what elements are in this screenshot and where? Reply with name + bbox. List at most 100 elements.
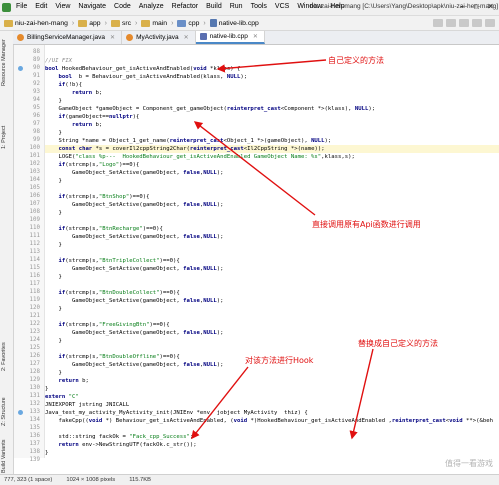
menu-code[interactable]: Code <box>114 3 131 10</box>
hammer-icon[interactable] <box>433 19 443 27</box>
line-number: 115 <box>29 265 40 271</box>
breadcrumb-label: src <box>121 19 131 27</box>
breadcrumb-label: niu-zai-hen-mang <box>15 19 68 27</box>
tab-label: BillingServiceManager.java <box>27 34 106 41</box>
breadcrumb-project[interactable]: niu-zai-hen-mang › <box>4 19 75 27</box>
breadcrumb-label: app <box>89 19 101 27</box>
close-icon[interactable]: ✕ <box>253 33 258 40</box>
line-number: 138 <box>29 449 40 455</box>
breadcrumb-label: main <box>152 19 168 27</box>
code-line: bool HookedBehaviour_get_isActiveAndEnab… <box>45 66 241 72</box>
line-number: 130 <box>29 385 40 391</box>
line-number: 101 <box>29 153 40 159</box>
close-icon[interactable]: ✕ <box>184 34 189 41</box>
breadcrumb-label: cpp <box>188 19 200 27</box>
code-line: } <box>45 386 49 392</box>
close-icon[interactable]: ✕ <box>110 34 115 41</box>
tool-favorites[interactable]: 2: Favorites <box>1 342 7 371</box>
code-line: GameObject_SetActive(gameObject, false,N… <box>45 170 224 176</box>
breadcrumb-app[interactable]: app › <box>78 19 107 27</box>
code-line: if(strcmp(s,"BtnTripleCollect")==0){ <box>58 258 180 264</box>
code-line: } <box>45 306 62 312</box>
fold-marker-icon[interactable] <box>18 410 23 415</box>
breadcrumb-label: native-lib.cpp <box>218 19 259 27</box>
tool-resource-manager[interactable]: Resource Manager <box>1 39 7 86</box>
menu-file[interactable]: File <box>16 3 27 10</box>
close-icon[interactable]: ✕ <box>485 2 496 12</box>
menu-tools[interactable]: Tools <box>251 3 267 10</box>
menu-refactor[interactable]: Refactor <box>172 3 198 10</box>
breadcrumb-main[interactable]: main › <box>141 19 173 27</box>
code-line: GameObject_SetActive(gameObject, false,N… <box>45 330 224 336</box>
code-line: } <box>45 210 62 216</box>
java-class-icon <box>17 34 24 41</box>
line-number: 103 <box>29 169 40 175</box>
line-number: 121 <box>29 313 40 319</box>
annotation-replace: 替换成自己定义的方法 <box>358 339 438 348</box>
maximize-icon[interactable]: □ <box>471 2 482 12</box>
breadcrumb: niu-zai-hen-mang › app › src › main › cpp › n… <box>0 16 499 31</box>
code-line: } <box>45 338 62 344</box>
line-number: 129 <box>29 377 40 383</box>
menu-edit[interactable]: Edit <box>35 3 47 10</box>
tool-structure[interactable]: Z: Structure <box>1 397 7 426</box>
menu-vcs[interactable]: VCS <box>275 3 289 10</box>
line-number: 94 <box>33 97 40 103</box>
line-number: 128 <box>29 369 40 375</box>
line-number: 102 <box>29 161 40 167</box>
menu-view[interactable]: View <box>55 3 70 10</box>
code-line: GameObject *gameObject = Component_get_g… <box>45 106 376 112</box>
line-number: 110 <box>29 225 40 231</box>
minimize-icon[interactable]: – <box>457 2 468 12</box>
tab-billing-service-manager[interactable]: BillingServiceManager.java ✕ <box>13 31 123 44</box>
cursor-position[interactable]: 777, 323 (1 space) <box>4 477 52 483</box>
menu-build[interactable]: Build <box>206 3 222 10</box>
code-line: GameObject_SetActive(gameObject, false,N… <box>45 266 224 272</box>
run-config-icon[interactable] <box>446 19 456 27</box>
code-editor[interactable]: //UI FIX bool HookedBehaviour_get_isActiv… <box>45 45 499 458</box>
editor-tabs: BillingServiceManager.java ✕ MyActivity.j… <box>13 31 499 45</box>
menu-navigate[interactable]: Navigate <box>78 3 106 10</box>
code-line: return b; <box>58 378 89 384</box>
code-line: extern "C" <box>45 394 79 400</box>
line-number: 104 <box>29 177 40 183</box>
annotation-hook-method: 对该方法进行Hook <box>245 356 314 365</box>
code-line: } <box>45 178 62 184</box>
left-tool-strip: Resource Manager 1: Project 2: Favorites… <box>0 31 14 474</box>
menu-list: File Edit View Navigate Code Analyze Ref… <box>16 3 353 10</box>
breadcrumb-cpp[interactable]: cpp › <box>177 19 206 27</box>
menu-analyze[interactable]: Analyze <box>139 3 164 10</box>
line-number: 114 <box>29 257 40 263</box>
code-line: if(strcmp(s,"BtnShop")==0){ <box>58 194 150 200</box>
tool-build-variants[interactable]: Build Variants <box>1 439 7 473</box>
line-number: 93 <box>33 89 40 95</box>
line-number: 109 <box>29 217 40 223</box>
chevron-right-icon: › <box>203 19 206 27</box>
line-number: 122 <box>29 321 40 327</box>
tab-my-activity[interactable]: MyActivity.java ✕ <box>122 31 196 44</box>
code-line: } <box>45 98 62 104</box>
line-number: 99 <box>33 137 40 143</box>
debug-icon[interactable] <box>472 19 482 27</box>
code-line: GameObject_SetActive(gameObject, false,N… <box>45 234 224 240</box>
code-line: fakeCpp((void *) Behaviour_get_isActiveA… <box>45 418 493 424</box>
tool-project[interactable]: 1: Project <box>1 126 7 149</box>
search-icon[interactable] <box>485 19 495 27</box>
line-number: 108 <box>29 209 40 215</box>
tab-native-lib[interactable]: native-lib.cpp ✕ <box>195 31 265 44</box>
line-number: 111 <box>29 233 40 239</box>
line-number: 88 <box>33 49 40 55</box>
chevron-right-icon: › <box>135 19 138 27</box>
annotation-direct-call: 直接调用原有Api函数进行调用 <box>312 220 421 229</box>
run-icon[interactable] <box>459 19 469 27</box>
code-line: const char *s = coverIl2cppString2Char(r… <box>45 145 499 153</box>
image-dimensions: 1024 × 1008 pixels <box>66 477 116 483</box>
chevron-right-icon: › <box>71 19 75 27</box>
fold-marker-icon[interactable] <box>18 66 23 71</box>
breadcrumb-src[interactable]: src › <box>110 19 138 27</box>
menu-run[interactable]: Run <box>230 3 243 10</box>
breadcrumb-file[interactable]: native-lib.cpp <box>209 19 259 27</box>
code-line: if(!b){ <box>58 82 83 88</box>
line-number: 126 <box>29 353 40 359</box>
code-line: if(strcmp(s,"BtnDoubleCollect")==0){ <box>58 290 180 296</box>
